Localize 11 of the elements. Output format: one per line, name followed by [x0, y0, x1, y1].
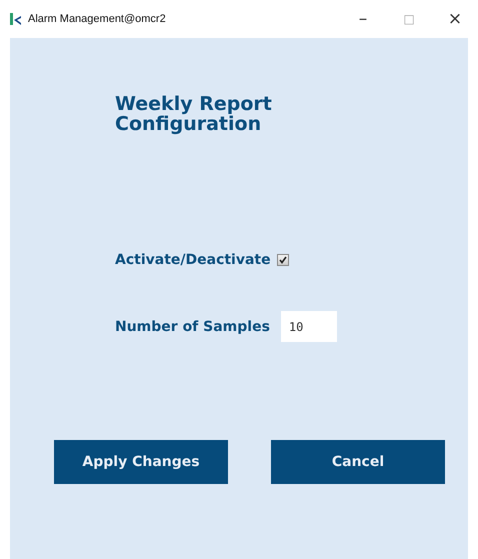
close-button[interactable]: × — [432, 4, 478, 34]
minimize-button[interactable]: – — [340, 4, 386, 34]
activate-checkbox[interactable] — [276, 254, 289, 266]
heading: Weekly Report Configuration — [115, 94, 273, 134]
apply-button[interactable]: Apply Changes — [54, 440, 228, 484]
app-logo-icon — [10, 13, 22, 25]
samples-field[interactable]: 10 — [280, 311, 337, 342]
activate-label: Activate/Deactivate — [115, 252, 271, 268]
samples-label: Number of Samples — [115, 318, 270, 334]
cancel-button[interactable]: Cancel — [271, 440, 445, 484]
window-title: Alarm Management@omcr2 — [28, 13, 167, 25]
